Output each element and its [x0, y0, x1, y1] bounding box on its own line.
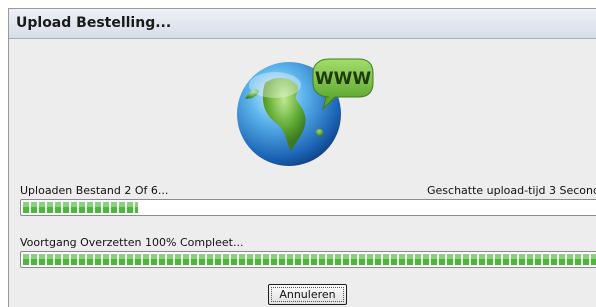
upload-time-estimate: Geschatte upload-tijd 3 Seconden	[427, 184, 596, 197]
title-bar[interactable]: Upload Bestelling...	[9, 9, 596, 39]
transfer-progress-bar	[20, 251, 596, 268]
upload-dialog: Upload Bestelling... WWW Uploaden Bestan…	[8, 8, 596, 307]
window-title: Upload Bestelling...	[16, 15, 172, 31]
file-progress-bar	[20, 199, 596, 216]
globe-icon: WWW	[237, 58, 374, 166]
www-bubble-text: WWW	[315, 69, 372, 89]
file-progress-fill	[23, 202, 138, 213]
cancel-button[interactable]: Annuleren	[268, 284, 347, 305]
file-progress-label: Uploaden Bestand 2 Of 6...	[20, 184, 169, 197]
transfer-progress-label: Voortgang Overzetten 100% Compleet...	[20, 236, 244, 249]
globe-illustration: WWW	[231, 51, 381, 171]
transfer-progress-fill	[23, 254, 596, 265]
